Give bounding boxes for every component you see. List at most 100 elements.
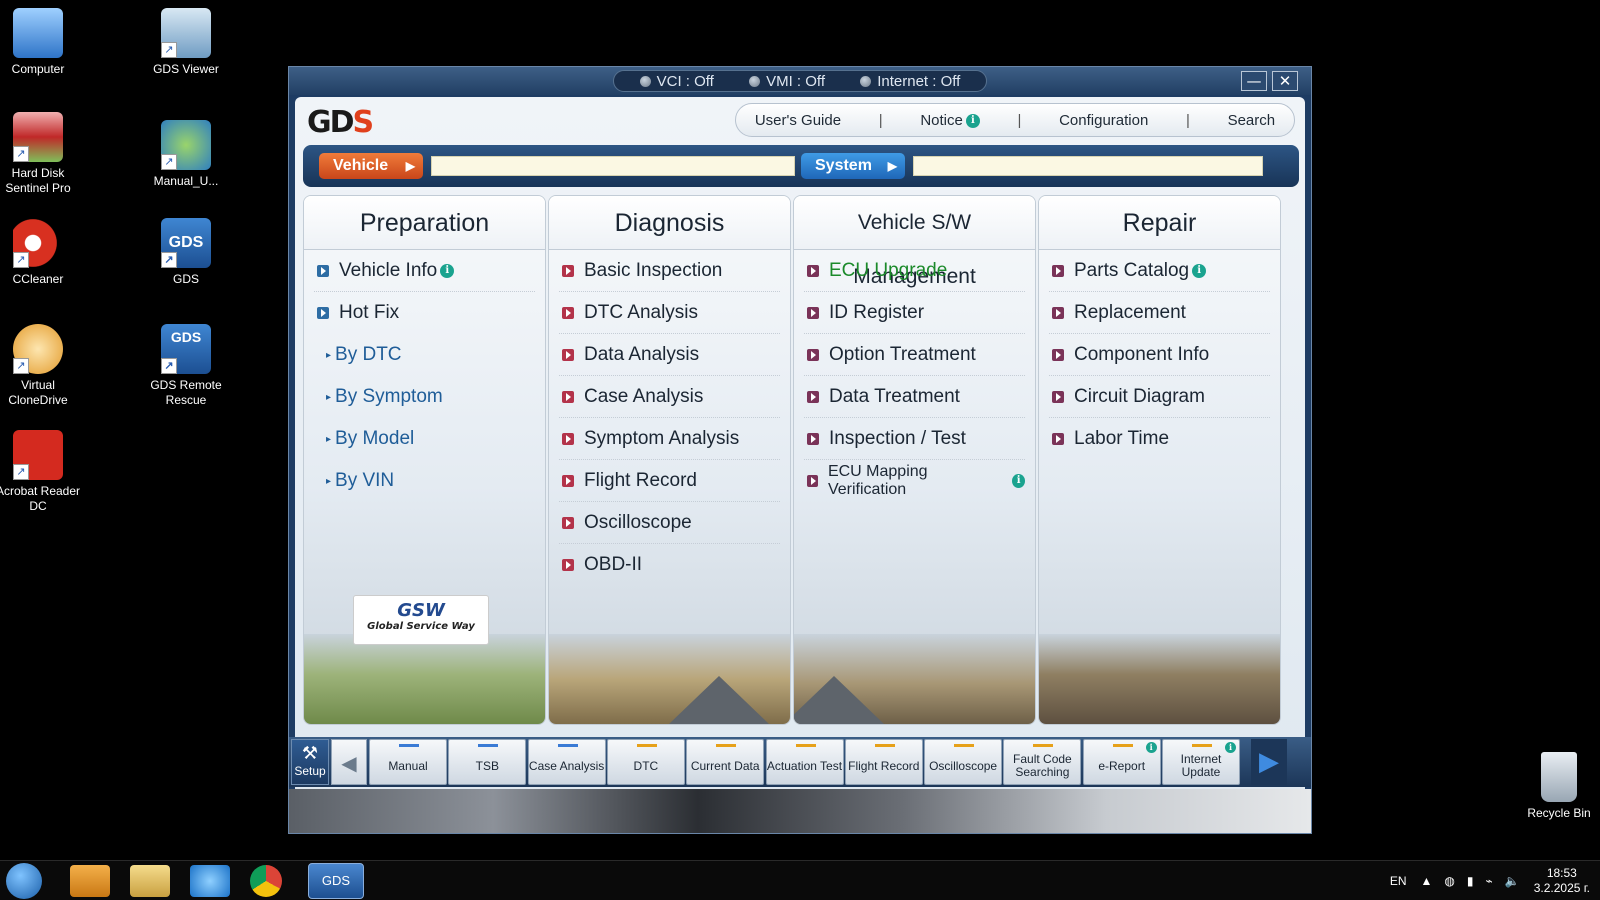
clock[interactable]: 18:53 3.2.2025 г.: [1534, 866, 1590, 896]
menu-item-inspection-test[interactable]: Inspection / Test: [804, 418, 1025, 460]
toolbar-button-dtc[interactable]: DTC: [606, 739, 685, 785]
panel-title: Repair: [1039, 196, 1280, 250]
toolbar-indicator-icon: [954, 744, 975, 747]
internet-explorer-icon[interactable]: [190, 865, 230, 897]
power-icon[interactable]: ▮: [1467, 874, 1474, 888]
media-player-icon[interactable]: [70, 865, 110, 897]
bullet-icon: [562, 390, 574, 403]
gds-logo: GDS: [307, 105, 374, 140]
system-field[interactable]: [913, 156, 1263, 176]
setup-button[interactable]: ⚒ Setup: [291, 739, 329, 785]
menu-item-basic-inspection[interactable]: Basic Inspection: [559, 250, 780, 292]
menu-item-labor-time[interactable]: Labor Time: [1049, 418, 1270, 460]
submenu-item-by-symptom[interactable]: ▸ By Symptom: [314, 376, 535, 418]
close-button[interactable]: ✕: [1272, 71, 1298, 91]
desktop-icon-ccleaner[interactable]: CCleaner: [0, 218, 83, 287]
bullet-icon: [807, 390, 819, 403]
bullet-icon: [562, 348, 574, 361]
language-indicator[interactable]: EN: [1390, 874, 1407, 888]
gsw-logo[interactable]: GSW Global Service Way: [353, 595, 489, 645]
info-icon: i: [1225, 742, 1236, 753]
sw-management-panel: Vehicle S/W Management ECU Upgrade ID Re…: [793, 195, 1036, 725]
signal-icon[interactable]: ⌁: [1486, 874, 1493, 888]
volume-icon[interactable]: 🔈: [1505, 874, 1520, 888]
menu-item-obd-ii[interactable]: OBD-II: [559, 544, 780, 586]
start-button[interactable]: [6, 863, 42, 899]
toolbar-button-actuation-test[interactable]: Actuation Test: [765, 739, 844, 785]
toolbar-button-case-analysis[interactable]: Case Analysis: [527, 739, 606, 785]
selection-bar: Vehicle ▶ System ▶: [303, 145, 1299, 187]
desktop-icon-gds-remote-rescue[interactable]: GDS GDS Remote Rescue: [141, 324, 231, 408]
menu-separator: |: [1017, 111, 1022, 129]
chrome-icon[interactable]: [250, 865, 282, 897]
network-icon[interactable]: ◍: [1444, 874, 1454, 888]
caret-right-icon: ▸: [326, 475, 332, 487]
menu-item-data-treatment[interactable]: Data Treatment: [804, 376, 1025, 418]
configuration-link[interactable]: Configuration: [1059, 112, 1148, 129]
vehicle-button[interactable]: Vehicle ▶: [319, 153, 423, 179]
notice-link[interactable]: Notice i: [920, 112, 980, 129]
desktop-icon-computer[interactable]: Computer: [0, 8, 83, 77]
submenu-item-by-dtc[interactable]: ▸ By DTC: [314, 334, 535, 376]
vehicle-field[interactable]: [431, 156, 795, 176]
menu-item-option-treatment[interactable]: Option Treatment: [804, 334, 1025, 376]
toolbar-next-button[interactable]: ▶: [1251, 739, 1287, 785]
taskbar-gds-button[interactable]: GDS: [308, 863, 364, 899]
toolbar-button-current-data[interactable]: Current Data: [686, 739, 765, 785]
file-explorer-icon[interactable]: [130, 865, 170, 897]
toolbar-button-fault-code-searching[interactable]: Fault Code Searching: [1003, 739, 1082, 785]
menu-item-data-analysis[interactable]: Data Analysis: [559, 334, 780, 376]
desktop-icon-acrobat[interactable]: Acrobat Reader DC: [0, 430, 83, 514]
menu-item-ecu-mapping-verification[interactable]: ECU Mapping Verification i: [804, 460, 1025, 502]
toolbar-indicator-icon: [636, 744, 657, 747]
menu-item-replacement[interactable]: Replacement: [1049, 292, 1270, 334]
road-image: [794, 676, 884, 724]
tools-icon: ⚒: [301, 743, 319, 763]
tray-expand-icon[interactable]: ▲: [1421, 874, 1433, 888]
vci-led-icon: [639, 75, 651, 87]
toolbar-button-manual[interactable]: Manual: [369, 739, 447, 785]
toolbar-prev-button[interactable]: ◀: [331, 739, 367, 785]
desktop-icon-label: Acrobat Reader DC: [0, 484, 81, 513]
toolbar-button-label: Internet Update: [1180, 752, 1222, 779]
menu-item-component-info[interactable]: Component Info: [1049, 334, 1270, 376]
toolbar-button-oscilloscope[interactable]: Oscilloscope: [924, 739, 1003, 785]
toolbar-button-tsb[interactable]: TSB: [448, 739, 527, 785]
computer-icon: [13, 8, 63, 58]
panel-title: Preparation: [304, 196, 545, 250]
minimize-button[interactable]: —: [1241, 71, 1267, 91]
menu-item-symptom-analysis[interactable]: Symptom Analysis: [559, 418, 780, 460]
toolbar-indicator-icon: [557, 744, 578, 747]
toolbar-button-flight-record[interactable]: Flight Record: [844, 739, 923, 785]
desktop-icon-manual[interactable]: Manual_U...: [141, 120, 231, 189]
clock-date: 3.2.2025 г.: [1533, 881, 1590, 895]
desktop-icon-hard-disk-sentinel[interactable]: Hard Disk Sentinel Pro: [0, 112, 83, 196]
toolbar-indicator-icon: [795, 744, 816, 747]
users-guide-link[interactable]: User's Guide: [755, 112, 841, 129]
desktop-icon-label: Virtual CloneDrive: [8, 378, 68, 407]
toolbar-button-e-report[interactable]: e-Report i: [1082, 739, 1161, 785]
toolbar-indicator-icon: [1033, 744, 1054, 747]
internet-led-icon: [860, 75, 872, 87]
menu-item-vehicle-info[interactable]: Vehicle Info i: [314, 250, 535, 292]
menu-item-oscilloscope[interactable]: Oscilloscope: [559, 502, 780, 544]
bullet-icon: [562, 516, 574, 529]
menu-item-flight-record[interactable]: Flight Record: [559, 460, 780, 502]
system-button[interactable]: System ▶: [801, 153, 905, 179]
submenu-item-by-model[interactable]: ▸ By Model: [314, 418, 535, 460]
vmi-status: VMI : Off: [749, 73, 825, 90]
desktop-icon-gds[interactable]: GDS GDS: [141, 218, 231, 287]
menu-item-hot-fix[interactable]: Hot Fix: [314, 292, 535, 334]
menu-item-dtc-analysis[interactable]: DTC Analysis: [559, 292, 780, 334]
menu-item-case-analysis[interactable]: Case Analysis: [559, 376, 780, 418]
desktop-icon-gds-viewer[interactable]: GDS Viewer: [141, 8, 231, 77]
gds-remote-icon: GDS: [161, 324, 211, 374]
submenu-item-by-vin[interactable]: ▸ By VIN: [314, 460, 535, 502]
desktop-icon-recycle-bin[interactable]: Recycle Bin: [1514, 752, 1600, 821]
desktop-icon-label: GDS: [172, 272, 199, 286]
menu-item-parts-catalog[interactable]: Parts Catalog i: [1049, 250, 1270, 292]
menu-item-circuit-diagram[interactable]: Circuit Diagram: [1049, 376, 1270, 418]
search-link[interactable]: Search: [1228, 112, 1276, 129]
desktop-icon-virtual-clonedrive[interactable]: Virtual CloneDrive: [0, 324, 83, 408]
toolbar-button-internet-update[interactable]: Internet Update i: [1162, 739, 1240, 785]
